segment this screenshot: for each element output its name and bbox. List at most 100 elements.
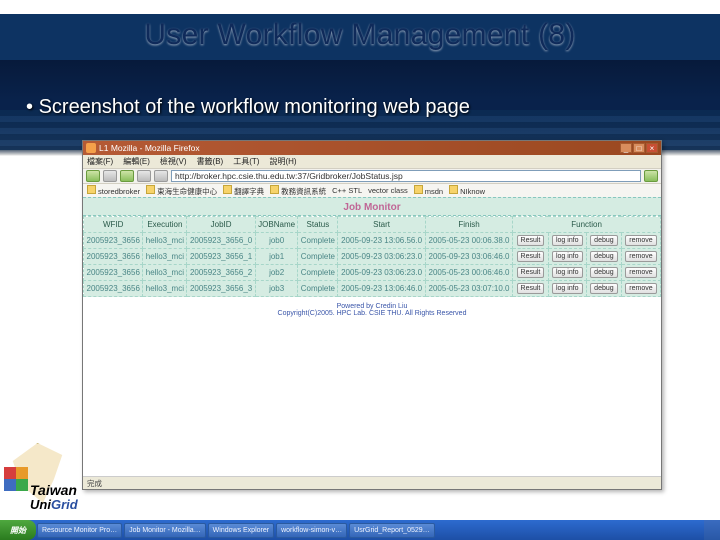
cell-start: 2005-09-23 03:06:23.0 [338,265,425,281]
col-finish: Finish [425,217,512,233]
bookmark-item[interactable]: vector class [368,186,408,195]
slide-title: User Workflow Management (8) [0,18,720,52]
cell-wfid: 2005923_3656 [84,249,143,265]
forward-button[interactable] [103,170,117,182]
maximize-button[interactable]: □ [633,143,645,153]
cell-status: Complete [298,249,338,265]
bookmarks-bar: storedbroker 東海生命健康中心 翻譯字典 教務資訊系統 C++ ST… [83,184,661,197]
cell-start: 2005-09-23 13:06.56.0 [338,233,425,249]
job-monitor-table: WFID Execution JobID JOBName Status Star… [83,216,661,297]
reload-button[interactable] [120,170,134,182]
loginfo-button[interactable]: log info [552,235,583,246]
taskbar-item[interactable]: Resource Monitor Pro… [37,523,122,538]
debug-button[interactable]: debug [590,267,617,278]
stop-button[interactable] [137,170,151,182]
col-jobname: JOBName [255,217,298,233]
back-button[interactable] [86,170,100,182]
remove-button[interactable]: remove [625,251,656,262]
cell-jobid: 2005923_3656_3 [187,281,255,297]
taskbar-item[interactable]: Job Monitor - Mozilla… [124,523,206,538]
debug-button[interactable]: debug [590,235,617,246]
close-button[interactable]: × [646,143,658,153]
browser-window: L1 Mozilla - Mozilla Firefox _ □ × 檔案(F)… [82,140,662,490]
menu-edit[interactable]: 編輯(E) [123,156,150,167]
cell-exec: hello3_mci [143,265,187,281]
page-content: Job Monitor WFID Execution JobID JOBName… [83,197,661,487]
menu-tools[interactable]: 工具(T) [233,156,259,167]
bookmark-item[interactable]: msdn [414,185,443,196]
footer-credit: Powered by Credin Liu [83,303,661,310]
menu-file[interactable]: 檔案(F) [87,156,113,167]
col-status: Status [298,217,338,233]
cell-exec: hello3_mci [143,249,187,265]
remove-button[interactable]: remove [625,283,656,294]
bookmark-item[interactable]: C++ STL [332,186,362,195]
cell-status: Complete [298,281,338,297]
cell-wfid: 2005923_3656 [84,265,143,281]
slide-bullet: Screenshot of the workflow monitoring we… [26,96,710,119]
debug-button[interactable]: debug [590,283,617,294]
logo-text-taiwan: Taiwan [30,482,77,498]
bookmark-item[interactable]: storedbroker [87,185,140,196]
cell-finish: 2005-05-23 03:07:10.0 [425,281,512,297]
table-row: 2005923_3656 hello3_mci 2005923_3656_1 j… [84,249,661,265]
loginfo-button[interactable]: log info [552,251,583,262]
table-row: 2005923_3656 hello3_mci 2005923_3656_0 j… [84,233,661,249]
menu-help[interactable]: 說明(H) [269,156,296,167]
cell-status: Complete [298,233,338,249]
taskbar-item[interactable]: Windows Explorer [208,523,274,538]
cell-exec: hello3_mci [143,281,187,297]
start-button[interactable]: 開始 [0,520,36,540]
system-tray[interactable] [704,520,720,540]
loginfo-button[interactable]: log info [552,267,583,278]
result-button[interactable]: Result [517,235,545,246]
result-button[interactable]: Result [517,251,545,262]
browser-statusbar: 完成 [83,476,661,489]
table-header-row: WFID Execution JobID JOBName Status Star… [84,217,661,233]
result-button[interactable]: Result [517,267,545,278]
cell-jobid: 2005923_3656_1 [187,249,255,265]
debug-button[interactable]: debug [590,251,617,262]
footer-copyright: Copyright(C)2005. HPC Lab. CSIE THU. All… [83,310,661,317]
col-function: Function [513,217,661,233]
cell-jobname: job3 [255,281,298,297]
cell-start: 2005-09-23 03:06:23.0 [338,249,425,265]
cell-jobname: job2 [255,265,298,281]
cell-jobname: job0 [255,233,298,249]
window-controls: _ □ × [620,143,658,153]
job-monitor-heading: Job Monitor [83,197,661,216]
bookmark-item[interactable]: NIknow [449,185,485,196]
menu-bookmarks[interactable]: 書籤(B) [197,156,224,167]
home-button[interactable] [154,170,168,182]
cell-wfid: 2005923_3656 [84,233,143,249]
table-row: 2005923_3656 hello3_mci 2005923_3656_2 j… [84,265,661,281]
remove-button[interactable]: remove [625,267,656,278]
windows-taskbar: 開始 Resource Monitor Pro… Job Monitor - M… [0,520,720,540]
url-input[interactable]: http://broker.hpc.csie.thu.edu.tw:37/Gri… [171,170,641,182]
result-button[interactable]: Result [517,283,545,294]
cell-start: 2005-09-23 13:06:46.0 [338,281,425,297]
menu-view[interactable]: 檢視(V) [160,156,187,167]
cell-exec: hello3_mci [143,233,187,249]
remove-button[interactable]: remove [625,235,656,246]
bookmark-item[interactable]: 東海生命健康中心 [146,185,217,197]
bookmark-item[interactable]: 翻譯字典 [223,185,264,197]
loginfo-button[interactable]: log info [552,283,583,294]
logo-text-unigrid: UniGrid [30,497,78,512]
titlebar[interactable]: L1 Mozilla - Mozilla Firefox _ □ × [83,141,661,155]
minimize-button[interactable]: _ [620,143,632,153]
bookmark-item[interactable]: 教務資訊系統 [270,185,326,197]
taskbar-item[interactable]: UsrGrid_Report_0529… [349,523,434,538]
cell-finish: 2005-05-23 00:06.38.0 [425,233,512,249]
cell-finish: 2005-09-23 03:06:46.0 [425,249,512,265]
firefox-icon [86,143,96,153]
table-row: 2005923_3656 hello3_mci 2005923_3656_3 j… [84,281,661,297]
cell-finish: 2005-05-23 00:06:46.0 [425,265,512,281]
cell-jobid: 2005923_3656_2 [187,265,255,281]
cell-jobname: job1 [255,249,298,265]
go-button[interactable] [644,170,658,182]
taskbar-item[interactable]: workflow-simon-v… [276,523,347,538]
page-footer: Powered by Credin Liu Copyright(C)2005. … [83,297,661,323]
cell-jobid: 2005923_3656_0 [187,233,255,249]
nav-toolbar: http://broker.hpc.csie.thu.edu.tw:37/Gri… [83,168,661,184]
